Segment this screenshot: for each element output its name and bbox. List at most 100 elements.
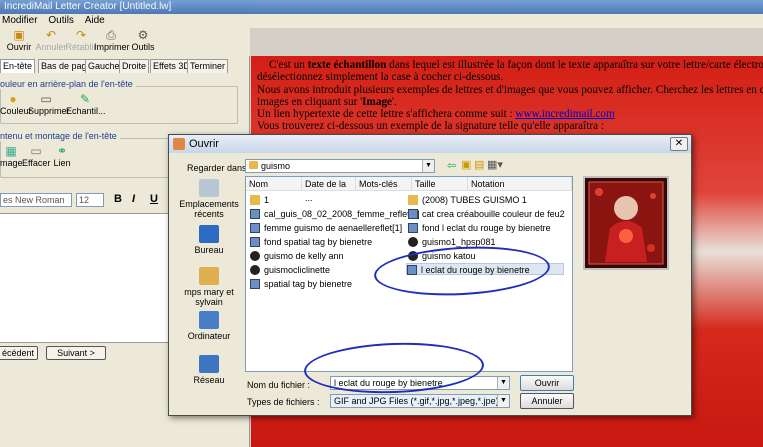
list-item[interactable]: femme guismo de aenaellereflet[1]	[250, 222, 402, 234]
text-line: C'est un texte échantillon dans lequel e…	[269, 59, 763, 71]
undo-icon: ↶	[45, 28, 57, 42]
filetype-label: Types de fichiers :	[247, 397, 320, 407]
place-network[interactable]: Réseau	[173, 355, 245, 385]
text-line: désélectionnez simplement la case à coch…	[257, 71, 504, 84]
toolbar: ▣ Ouvrir ↶ Annuler ↷ Rétablir ⎙ Imprimer ⚙ Ou…	[0, 28, 250, 56]
new-folder-icon[interactable]: ▤	[474, 158, 484, 171]
printer-icon: ⎙	[106, 28, 116, 42]
tab-left[interactable]: Gauche	[85, 59, 123, 73]
open-button-dialog[interactable]: Ouvrir	[520, 375, 574, 391]
preview-thumbnail	[585, 178, 667, 268]
chevron-down-icon: ▼	[497, 377, 509, 389]
list-item[interactable]: fond l eclat du rouge by bienetre	[408, 222, 551, 234]
dialog-title: Ouvrir	[189, 138, 219, 150]
list-item[interactable]: guismo de kelly ann	[250, 250, 344, 262]
user-folder-icon	[199, 267, 219, 285]
menu-outils[interactable]: Outils	[48, 15, 74, 26]
tab-finish[interactable]: Terminer	[187, 59, 229, 73]
look-in-select[interactable]: guismo ▼	[245, 159, 435, 173]
underline-button[interactable]: U	[150, 193, 158, 205]
tab-header[interactable]: En-tête	[0, 59, 36, 73]
desktop-icon	[199, 225, 219, 243]
bold-button[interactable]: B	[114, 193, 122, 205]
image-file-icon	[250, 223, 260, 233]
filetype-select[interactable]: GIF and JPG Files (*.gif,*.jpg,*.jpeg,*.…	[330, 394, 510, 408]
app-icon	[173, 138, 185, 150]
link-button[interactable]: ⚭ Lien	[52, 144, 72, 168]
menu-aide[interactable]: Aide	[85, 15, 105, 26]
delete-icon: ▭	[40, 92, 52, 106]
text-line: Vous trouverez ci-dessous un exemple de …	[257, 120, 604, 133]
up-folder-icon[interactable]: ▣	[461, 158, 471, 171]
column-keywords[interactable]: Mots-clés	[356, 177, 412, 191]
redo-icon: ↷	[75, 28, 87, 42]
image-file-icon	[250, 209, 260, 219]
image-file-icon	[408, 223, 418, 233]
place-user[interactable]: mps mary et sylvain	[173, 267, 245, 307]
column-rating[interactable]: Notation	[468, 177, 572, 191]
text-line: images en cliquant sur 'Image'.	[257, 95, 397, 108]
place-computer[interactable]: Ordinateur	[173, 311, 245, 341]
menu-modifier[interactable]: Modifier	[2, 15, 38, 26]
list-item[interactable]: 1	[250, 194, 269, 206]
menubar: Modifier Outils Aide	[0, 14, 763, 28]
image-file-icon	[250, 279, 260, 289]
sample-button[interactable]: ✎ Echantil...	[66, 92, 106, 116]
network-icon	[199, 355, 219, 373]
redo-button[interactable]: ↷ Rétablir	[64, 28, 98, 56]
image-file-icon	[408, 237, 418, 247]
delete-bg-button[interactable]: ▭ Supprimer	[28, 92, 70, 116]
app-title: IncrediMail Letter Creator [Untitled.lw]	[4, 1, 172, 12]
column-size[interactable]: Taille	[412, 177, 468, 191]
print-button[interactable]: ⎙ Imprimer	[94, 28, 130, 56]
clear-icon: ▭	[30, 144, 42, 158]
tools-icon: ⚙	[137, 28, 149, 42]
folder-icon	[249, 161, 258, 169]
next-button[interactable]: Suivant >	[46, 346, 106, 360]
list-item[interactable]: cal_guis_08_02_2008_femme_reflet[1]	[250, 208, 420, 220]
image-file-icon	[250, 237, 260, 247]
cancel-button[interactable]: Annuler	[520, 393, 574, 409]
chevron-down-icon: ▼	[422, 160, 434, 172]
image-icon: ▦	[5, 144, 17, 158]
color-button[interactable]: ● Couleur	[0, 92, 32, 116]
editor-tabs: En-tête Bas de page Gauche Droite Effets…	[0, 59, 250, 73]
close-button[interactable]: ✕	[670, 137, 688, 151]
list-item[interactable]: spatial tag by bienetre	[250, 278, 352, 290]
computer-icon	[199, 311, 219, 329]
list-item[interactable]: cat crea créabouille couleur de feu2	[408, 208, 565, 220]
list-item[interactable]: (2008) TUBES GUISMO 1	[408, 194, 527, 206]
place-recent[interactable]: Emplacements récents	[173, 179, 245, 219]
column-date[interactable]: Date de la ...	[302, 177, 356, 203]
eyedropper-icon: ✎	[79, 92, 91, 106]
header-content-group-title: ntenu et montage de l'en-tête	[0, 131, 120, 141]
image-file-icon	[408, 209, 418, 219]
column-name[interactable]: Nom	[246, 177, 302, 191]
place-desktop[interactable]: Bureau	[173, 225, 245, 255]
previous-button[interactable]: écédent	[0, 346, 38, 360]
undo-button[interactable]: ↶ Annuler	[34, 28, 68, 56]
clear-button[interactable]: ▭ Effacer	[22, 144, 50, 168]
chevron-down-icon: ▼	[497, 395, 509, 407]
header-bg-group-title: ouleur en arrière-plan de l'en-tête	[0, 79, 136, 89]
tab-right[interactable]: Droite	[119, 59, 150, 73]
image-button[interactable]: ▦ mage	[0, 144, 23, 168]
italic-button[interactable]: I	[132, 193, 135, 205]
image-preview	[583, 176, 669, 270]
recent-places-icon	[199, 179, 219, 197]
font-name-select[interactable]: es New Roman	[0, 193, 72, 207]
places-bar: Emplacements récents Bureau mps mary et …	[173, 175, 245, 405]
tools-button[interactable]: ⚙ Outils	[126, 28, 160, 56]
link-icon: ⚭	[56, 144, 68, 158]
image-file-icon	[250, 265, 260, 275]
open-button[interactable]: ▣ Ouvrir	[2, 28, 36, 56]
back-icon[interactable]: ⇦	[447, 159, 456, 172]
sample-hyperlink[interactable]: www.incredimail.com	[515, 108, 614, 120]
app-titlebar: IncrediMail Letter Creator [Untitled.lw]	[0, 0, 763, 14]
font-size-select[interactable]: 12	[76, 193, 104, 207]
list-item[interactable]: fond spatial tag by bienetre	[250, 236, 372, 248]
list-item[interactable]: guismocliclinette	[250, 264, 330, 276]
dialog-titlebar: Ouvrir ✕	[169, 135, 691, 153]
view-menu-icon[interactable]: ▦▾	[487, 158, 503, 171]
text-line: Nous avons introduit plusieurs exemples …	[257, 83, 763, 96]
